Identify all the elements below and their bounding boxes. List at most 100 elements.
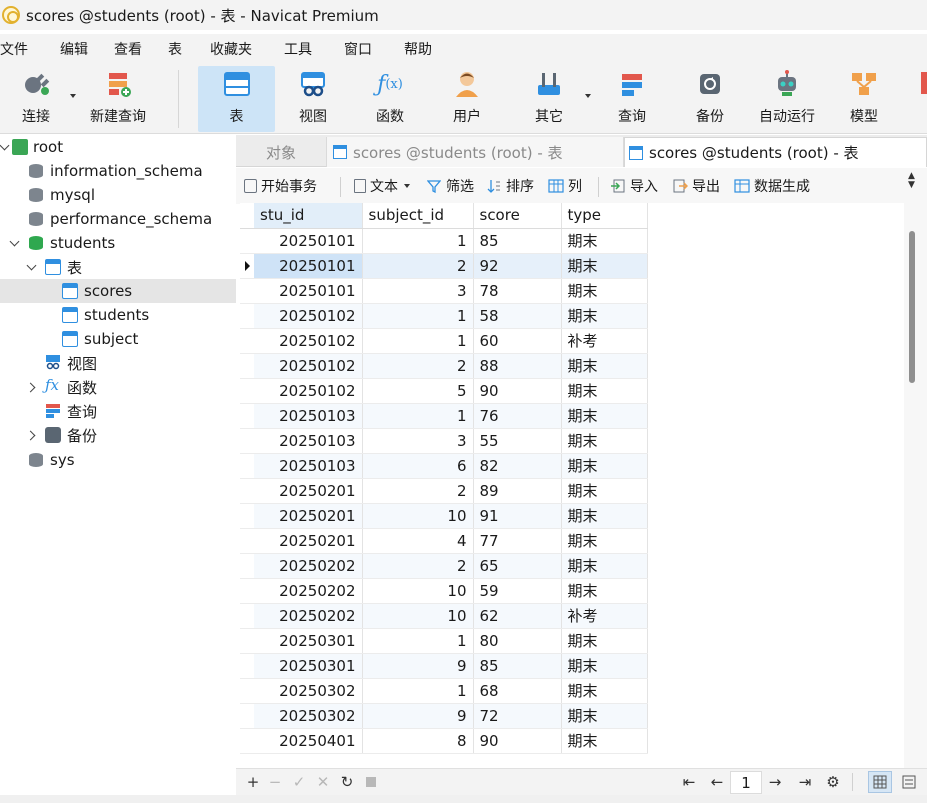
next-page-button[interactable]: →: [766, 773, 784, 791]
tab-scores-2[interactable]: scores @students (root) - 表: [624, 137, 927, 167]
cell-score[interactable]: 76: [473, 403, 562, 429]
cell-subject-id[interactable]: 9: [362, 653, 474, 679]
connect-dropdown-caret[interactable]: [70, 94, 76, 98]
cell-type[interactable]: 期末: [561, 253, 648, 279]
cell-subject-id[interactable]: 4: [362, 528, 474, 554]
row-marker[interactable]: [240, 253, 254, 279]
row-marker[interactable]: [240, 503, 254, 529]
menu-window[interactable]: 窗口: [322, 39, 382, 59]
delete-record-button[interactable]: −: [266, 773, 284, 791]
menu-table[interactable]: 表: [152, 39, 192, 59]
table-row[interactable]: 20250102 2 88 期末: [240, 353, 648, 379]
discard-changes-button[interactable]: ✕: [314, 773, 332, 791]
chevron-down-icon[interactable]: [0, 141, 10, 151]
cell-score[interactable]: 80: [473, 628, 562, 654]
menu-help[interactable]: 帮助: [382, 39, 442, 59]
cell-stu-id[interactable]: 20250103: [254, 428, 363, 454]
cell-stu-id[interactable]: 20250301: [254, 628, 363, 654]
cell-subject-id[interactable]: 2: [362, 478, 474, 504]
cell-stu-id[interactable]: 20250401: [254, 728, 363, 754]
column-header-type[interactable]: type: [561, 203, 648, 229]
cell-subject-id[interactable]: 5: [362, 378, 474, 404]
chevron-down-icon[interactable]: [27, 261, 37, 271]
cell-score[interactable]: 62: [473, 603, 562, 629]
table-row[interactable]: 20250301 1 80 期末: [240, 628, 648, 654]
tree-db-sys[interactable]: sys: [0, 448, 236, 472]
cell-stu-id[interactable]: 20250101: [254, 228, 363, 254]
table-row[interactable]: 20250101 1 85 期末: [240, 228, 648, 254]
table-row[interactable]: 20250401 8 90 期末: [240, 728, 648, 754]
row-marker[interactable]: [240, 228, 254, 254]
tree-table-scores[interactable]: scores: [0, 279, 236, 303]
cell-subject-id[interactable]: 1: [362, 628, 474, 654]
tree-db-mysql[interactable]: mysql: [0, 183, 236, 207]
cell-subject-id[interactable]: 2: [362, 253, 474, 279]
cell-score[interactable]: 85: [473, 653, 562, 679]
cell-type[interactable]: 期末: [561, 678, 648, 704]
data-generation-button[interactable]: 数据生成: [734, 176, 810, 196]
row-marker[interactable]: [240, 453, 254, 479]
table-row[interactable]: 20250103 3 55 期末: [240, 428, 648, 454]
menu-edit[interactable]: 编辑: [38, 39, 98, 59]
table-row[interactable]: 20250102 1 60 补考: [240, 328, 648, 354]
query-button[interactable]: 查询: [604, 66, 660, 132]
cell-stu-id[interactable]: 20250101: [254, 278, 363, 304]
cell-type[interactable]: 补考: [561, 328, 648, 354]
cell-stu-id[interactable]: 20250102: [254, 328, 363, 354]
cell-type[interactable]: 期末: [561, 628, 648, 654]
cell-type[interactable]: 期末: [561, 378, 648, 404]
cell-score[interactable]: 90: [473, 378, 562, 404]
cell-score[interactable]: 91: [473, 503, 562, 529]
cell-subject-id[interactable]: 1: [362, 303, 474, 329]
model-button[interactable]: 模型: [836, 66, 892, 132]
cell-stu-id[interactable]: 20250201: [254, 528, 363, 554]
table-row[interactable]: 20250102 1 58 期末: [240, 303, 648, 329]
menu-view[interactable]: 查看: [98, 39, 152, 59]
cell-score[interactable]: 85: [473, 228, 562, 254]
table-row[interactable]: 20250102 5 90 期末: [240, 378, 648, 404]
cell-type[interactable]: 期末: [561, 703, 648, 729]
tree-views-folder[interactable]: 视图: [0, 351, 236, 375]
user-button[interactable]: 用户: [439, 66, 495, 132]
row-marker[interactable]: [240, 553, 254, 579]
row-marker[interactable]: [240, 728, 254, 754]
cell-score[interactable]: 90: [473, 728, 562, 754]
cell-score[interactable]: 72: [473, 703, 562, 729]
cell-stu-id[interactable]: 20250202: [254, 553, 363, 579]
cell-subject-id[interactable]: 1: [362, 403, 474, 429]
function-button[interactable]: ƒ (x) 函数: [362, 66, 418, 132]
cell-type[interactable]: 期末: [561, 578, 648, 604]
chevron-right-icon[interactable]: [27, 430, 37, 440]
cell-stu-id[interactable]: 20250102: [254, 378, 363, 404]
cell-type[interactable]: 期末: [561, 453, 648, 479]
row-marker[interactable]: [240, 628, 254, 654]
tree-tables-folder[interactable]: 表: [0, 255, 236, 279]
cell-stu-id[interactable]: 20250103: [254, 453, 363, 479]
row-marker[interactable]: [240, 353, 254, 379]
cell-stu-id[interactable]: 20250102: [254, 353, 363, 379]
table-row[interactable]: 20250302 9 72 期末: [240, 703, 648, 729]
row-marker[interactable]: [240, 478, 254, 504]
cell-type[interactable]: 期末: [561, 503, 648, 529]
cell-subject-id[interactable]: 8: [362, 728, 474, 754]
cell-subject-id[interactable]: 3: [362, 428, 474, 454]
row-marker[interactable]: [240, 403, 254, 429]
sort-button[interactable]: 排序: [486, 176, 534, 196]
others-dropdown-caret[interactable]: [585, 94, 591, 98]
tree-root-connection[interactable]: root: [0, 135, 236, 159]
column-header-score[interactable]: score: [473, 203, 562, 229]
chevron-right-icon[interactable]: [27, 382, 37, 392]
cell-score[interactable]: 88: [473, 353, 562, 379]
cell-score[interactable]: 68: [473, 678, 562, 704]
cell-subject-id[interactable]: 6: [362, 453, 474, 479]
table-row[interactable]: 20250101 2 92 期末: [240, 253, 648, 279]
tab-objects[interactable]: 对象: [266, 137, 296, 167]
cell-subject-id[interactable]: 2: [362, 553, 474, 579]
tree-db-students[interactable]: students: [0, 231, 236, 255]
first-page-button[interactable]: ⇤: [680, 773, 698, 791]
table-row[interactable]: 20250202 10 62 补考: [240, 603, 648, 629]
row-marker[interactable]: [240, 378, 254, 404]
tree-backups-folder[interactable]: 备份: [0, 423, 236, 447]
view-button[interactable]: 视图: [285, 66, 341, 132]
row-marker[interactable]: [240, 703, 254, 729]
